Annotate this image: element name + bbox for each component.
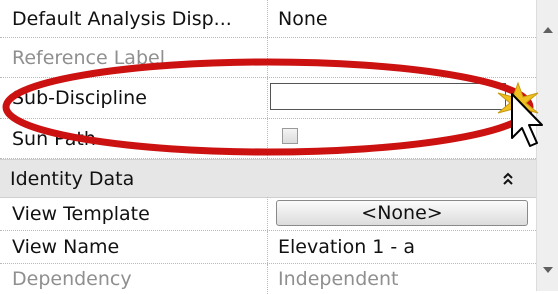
property-value: Independent bbox=[278, 268, 399, 290]
property-value[interactable]: None bbox=[270, 0, 536, 37]
property-label: Sun Path bbox=[6, 119, 268, 158]
property-label: Dependency bbox=[6, 264, 268, 294]
property-value bbox=[270, 38, 536, 77]
property-row-view-template: View Template <None> bbox=[0, 197, 536, 231]
scroll-up-arrow-icon[interactable] bbox=[543, 27, 553, 33]
scroll-down-arrow-icon[interactable] bbox=[543, 267, 553, 273]
property-label: Sub-Discipline bbox=[6, 78, 268, 118]
property-row-view-name: View Name Elevation 1 - a bbox=[0, 231, 536, 264]
property-row-sub-discipline: Sub-Discipline bbox=[0, 78, 536, 119]
property-row-default-analysis-display: Default Analysis Disp... None bbox=[0, 0, 536, 38]
property-label: View Name bbox=[6, 231, 268, 263]
property-label: Default Analysis Disp... bbox=[6, 0, 268, 37]
group-header-identity-data[interactable]: Identity Data bbox=[0, 159, 536, 198]
property-row-dependency: Dependency Independent bbox=[0, 264, 536, 294]
double-chevron-up-icon[interactable] bbox=[502, 160, 514, 197]
property-row-sun-path: Sun Path bbox=[0, 119, 536, 159]
sun-path-checkbox[interactable] bbox=[282, 128, 298, 144]
sub-discipline-input[interactable] bbox=[270, 83, 506, 110]
property-label: View Template bbox=[6, 197, 268, 230]
vertical-scrollbar[interactable] bbox=[536, 0, 558, 291]
group-label: Identity Data bbox=[10, 167, 135, 190]
property-row-reference-label: Reference Label bbox=[0, 38, 536, 78]
property-label: Reference Label bbox=[6, 38, 268, 77]
properties-panel: Default Analysis Disp... None Reference … bbox=[0, 0, 536, 294]
view-template-button[interactable]: <None> bbox=[276, 200, 528, 226]
view-name-input[interactable]: Elevation 1 - a bbox=[270, 231, 536, 263]
